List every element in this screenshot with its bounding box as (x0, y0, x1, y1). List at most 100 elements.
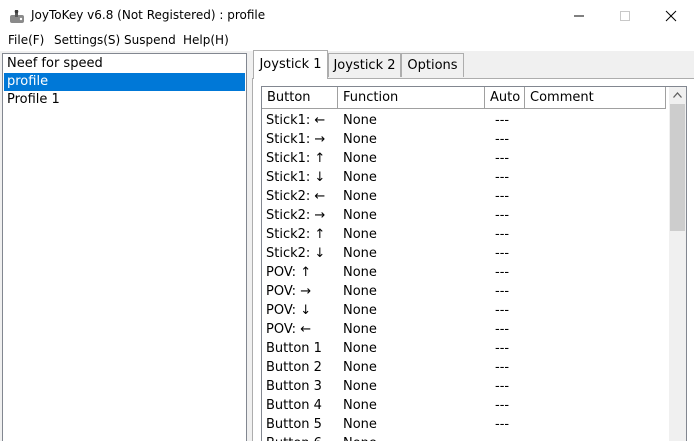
cell-auto: --- (495, 151, 510, 166)
cell-function: None (343, 170, 377, 185)
cell-button: Stick1: ↑ (266, 151, 326, 166)
cell-auto: --- (495, 113, 510, 128)
list-header: Button Function Auto Comment (262, 87, 666, 109)
column-header-button[interactable]: Button (262, 87, 338, 108)
cell-button: Button 2 (266, 360, 322, 375)
cell-button: POV: → (266, 284, 312, 299)
cell-function: None (343, 151, 377, 166)
cell-function: None (343, 341, 377, 356)
menu-help[interactable]: Help(H) (183, 33, 229, 47)
cell-button: Button 6 (266, 434, 322, 441)
cell-button: Stick2: ↓ (266, 246, 326, 261)
cell-function: None (343, 322, 377, 337)
column-header-function[interactable]: Function (338, 87, 485, 108)
list-rows: Stick1: ← None --- Stick1: → None --- Stick1: … (262, 111, 666, 441)
table-row[interactable]: Stick2: → None --- (262, 206, 666, 225)
cell-button: Button 1 (266, 341, 322, 356)
maximize-button[interactable] (602, 0, 648, 31)
cell-button: Stick1: ↓ (266, 170, 326, 185)
cell-button: Button 3 (266, 379, 322, 394)
cell-auto: --- (495, 379, 510, 394)
menu-bar: File(F) Settings(S) Suspend Help(H) (0, 31, 694, 52)
profile-item-neef-for-speed[interactable]: Neef for speed (4, 55, 245, 73)
table-row[interactable]: Stick1: ↓ None --- (262, 168, 666, 187)
menu-settings[interactable]: Settings(S) (54, 33, 120, 47)
cell-auto: --- (495, 265, 510, 280)
window-title: JoyToKey v6.8 (Not Registered) : profile (31, 8, 266, 22)
cell-auto: --- (495, 303, 510, 318)
cell-function: None (343, 303, 377, 318)
cell-function: None (343, 227, 377, 242)
scroll-up-button[interactable] (669, 87, 686, 104)
scroll-thumb[interactable] (670, 104, 685, 231)
cell-button: Stick1: ← (266, 113, 326, 128)
table-row[interactable]: Button 6 None --- (262, 434, 666, 441)
cell-auto: --- (495, 170, 510, 185)
cell-function: None (343, 189, 377, 204)
cell-function: None (343, 379, 377, 394)
table-row[interactable]: POV: ↑ None --- (262, 263, 666, 282)
profile-item-profile[interactable]: profile (4, 73, 245, 91)
cell-auto: --- (495, 417, 510, 432)
minimize-icon (574, 15, 584, 17)
table-row[interactable]: Stick1: → None --- (262, 130, 666, 149)
cell-function: None (343, 132, 377, 147)
table-row[interactable]: POV: → None --- (262, 282, 666, 301)
cell-auto: --- (495, 284, 510, 299)
cell-function: None (343, 417, 377, 432)
vertical-scrollbar[interactable] (669, 87, 686, 441)
table-row[interactable]: POV: ← None --- (262, 320, 666, 339)
table-row[interactable]: Button 3 None --- (262, 377, 666, 396)
cell-function: None (343, 284, 377, 299)
tab-options[interactable]: Options (401, 53, 464, 77)
cell-auto: --- (495, 434, 509, 441)
table-row[interactable]: Button 1 None --- (262, 339, 666, 358)
tab-joystick-2[interactable]: Joystick 2 (328, 53, 401, 77)
cell-function: None (343, 360, 377, 375)
cell-button: POV: ↑ (266, 265, 312, 280)
table-row[interactable]: POV: ↓ None --- (262, 301, 666, 320)
cell-function: None (343, 434, 377, 441)
table-row[interactable]: Stick2: ← None --- (262, 187, 666, 206)
title-bar[interactable]: JoyToKey v6.8 (Not Registered) : profile (0, 0, 694, 31)
table-row[interactable]: Button 2 None --- (262, 358, 666, 377)
close-button[interactable] (648, 0, 694, 31)
table-row[interactable]: Button 5 None --- (262, 415, 666, 434)
cell-function: None (343, 398, 377, 413)
cell-button: Stick2: ← (266, 189, 326, 204)
cell-button: Stick2: ↑ (266, 227, 326, 242)
cell-button: Stick1: → (266, 132, 326, 147)
column-header-comment[interactable]: Comment (525, 87, 666, 108)
cell-auto: --- (495, 322, 510, 337)
cell-button: POV: ↓ (266, 303, 312, 318)
table-row[interactable]: Stick2: ↓ None --- (262, 244, 666, 263)
cell-auto: --- (495, 398, 510, 413)
close-icon (665, 10, 677, 22)
cell-auto: --- (495, 360, 510, 375)
table-row[interactable]: Button 4 None --- (262, 396, 666, 415)
cell-function: None (343, 113, 377, 128)
app-icon (9, 9, 25, 23)
column-header-auto[interactable]: Auto (485, 87, 525, 108)
cell-auto: --- (495, 227, 510, 242)
tab-joystick-1[interactable]: Joystick 1 (253, 50, 328, 79)
minimize-button[interactable] (556, 0, 602, 31)
menu-suspend[interactable]: Suspend (124, 33, 176, 47)
cell-button: POV: ← (266, 322, 312, 337)
maximize-icon (620, 11, 630, 21)
table-row[interactable]: Stick1: ↑ None --- (262, 149, 666, 168)
button-mapping-list[interactable]: Button Function Auto Comment Stick1: ← No… (261, 86, 687, 441)
cell-auto: --- (495, 132, 510, 147)
chevron-up-icon (673, 92, 682, 98)
table-row[interactable]: Stick2: ↑ None --- (262, 225, 666, 244)
menu-file[interactable]: File(F) (8, 33, 44, 47)
table-row[interactable]: Stick1: ← None --- (262, 111, 666, 130)
cell-button: Button 5 (266, 417, 322, 432)
profile-item-profile-1[interactable]: Profile 1 (4, 91, 245, 109)
profile-list[interactable]: Neef for speed profile Profile 1 (2, 53, 247, 441)
cell-function: None (343, 265, 377, 280)
cell-auto: --- (495, 189, 510, 204)
cell-button: Stick2: → (266, 208, 326, 223)
cell-function: None (343, 208, 377, 223)
cell-auto: --- (495, 246, 510, 261)
